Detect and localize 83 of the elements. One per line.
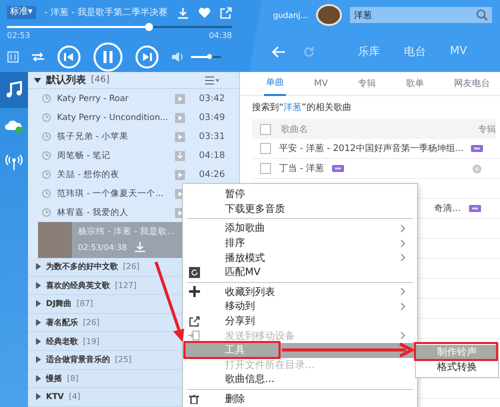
phone-arrow-icon [188,330,200,342]
circle-icon[interactable] [472,164,482,174]
collapsed-arrow-icon [36,300,41,308]
song-title[interactable]: 关喆 - 想你的夜 [57,168,169,180]
column-header: 歌曲名 [281,124,309,136]
song-duration: 03:49 [199,112,225,122]
checkbox[interactable] [260,124,271,134]
collapsed-arrow-icon [36,282,41,289]
chevron-right-icon [401,332,405,340]
quality-selector[interactable]: 标准▾ [7,6,36,20]
collapsed-arrow-icon [36,393,41,400]
collapsed-arrow-icon [36,374,41,382]
progress-thumb[interactable] [144,23,153,32]
avatar-circle[interactable] [316,4,342,26]
music-note-icon[interactable] [0,72,28,108]
quality-badge-icon [468,205,481,212]
song-duration: 04:26 [199,170,225,180]
collapsed-arrow-icon [36,338,41,345]
result-tab[interactable]: 专辑 [356,72,378,95]
clock-icon [42,170,51,179]
song-duration: 04:18 [199,150,225,160]
clock-icon [42,151,51,160]
heart-icon[interactable] [198,6,211,19]
menu-item[interactable]: 格式转换 [416,360,498,375]
menu-icon[interactable] [205,76,219,84]
previous-button[interactable] [57,45,81,69]
trash-icon [189,394,199,404]
playlist-count: [46] [91,75,110,85]
share-icon [188,316,200,327]
photo-placeholder [38,222,72,258]
result-tab[interactable]: 网友电台 [452,72,492,95]
column-header: 专辑 [478,124,496,136]
collapsed-arrow-icon [36,319,41,326]
volume-thumb[interactable] [207,54,212,59]
checkbox[interactable] [260,143,271,154]
clock-icon [42,113,51,122]
share-icon[interactable] [220,6,232,19]
menu-item[interactable]: 暂停 [183,187,417,202]
song-title[interactable]: 周笔畅 - 笔记 [57,150,169,162]
song-duration: 03:31 [199,132,225,142]
download-icon[interactable] [134,242,145,252]
play-time: 02:53/04:38 [78,242,127,252]
next-button[interactable] [135,45,159,69]
song-duration: 03:42 [199,94,225,104]
play-icon[interactable] [175,112,185,122]
menu-item[interactable]: 下载更多音质 [183,202,417,216]
refresh-icon [188,266,200,278]
clock-icon [42,208,51,217]
song-title[interactable]: 林宥嘉 - 我爱的人 [57,206,169,218]
song-title: - 洋葱 - 我是歌手第二季半决赛 [44,6,168,20]
song-title[interactable]: 奇滴... [434,202,461,215]
song-title: 杨宗纬 - 洋葱 - 我是歌... [78,226,176,238]
clock-icon [42,189,51,198]
checkbox[interactable] [260,163,271,174]
song-title[interactable]: 筷子兄弟 - 小苹果 [57,130,169,142]
search-summary: 搜索到“洋葱”的相关歌曲 [251,102,352,115]
result-tab[interactable]: 歌单 [404,72,426,95]
song-title[interactable]: 丁当 - 洋葱 [279,162,324,175]
download-icon[interactable] [175,150,185,160]
play-icon[interactable] [175,94,185,104]
collapsed-arrow-icon [36,356,41,364]
clock-icon [42,94,51,103]
clock-icon [42,132,51,141]
pause-button[interactable] [93,42,123,72]
search-icon[interactable] [476,9,488,21]
song-title[interactable]: Katy Perry - Roar [57,94,169,104]
download-icon[interactable] [177,6,189,19]
shuffle-icon[interactable] [31,52,45,62]
playlist-name[interactable]: 默认列表 [46,73,86,87]
collapsed-arrow-icon [36,263,41,270]
song-title[interactable]: 范玮琪 - 一个像夏天一个... [57,188,169,200]
result-tab[interactable]: 单曲 [264,72,286,96]
result-tab[interactable]: MV [312,74,330,94]
elapsed-time: 02:53 [7,31,30,40]
volume-icon[interactable] [171,51,185,63]
song-title[interactable]: Katy Perry - Uncondition... [57,112,169,122]
plus-icon [188,286,200,298]
play-icon[interactable] [175,132,185,142]
total-time: 04:38 [208,31,232,40]
song-title[interactable]: 平安 - 洋葱 - 2012中国好声音第一季杨坤组... [279,142,464,155]
search-field[interactable]: 洋葱 [350,7,492,23]
back-arrow-icon[interactable] [272,46,286,58]
play-icon[interactable] [175,170,185,180]
